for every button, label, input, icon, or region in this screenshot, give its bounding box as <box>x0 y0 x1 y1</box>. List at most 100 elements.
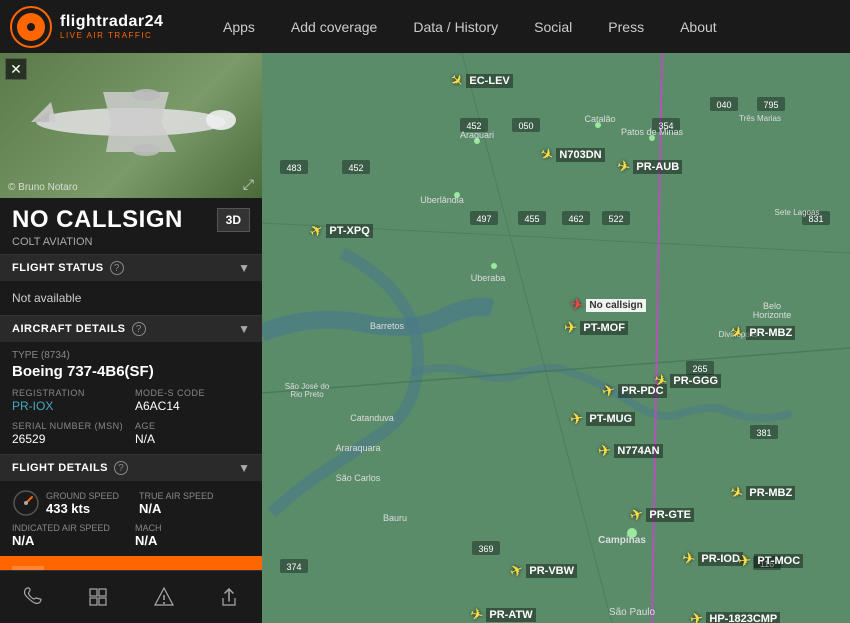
aircraft-PR-GTE[interactable]: ✈ PR-GTE <box>630 505 694 525</box>
phone-button[interactable] <box>0 571 66 623</box>
aircraft-PT-XPQ[interactable]: ✈ PT-XPQ <box>310 221 373 241</box>
aircraft-HP-1823CMP[interactable]: ✈ HP-1823CMP <box>690 609 780 623</box>
flight-content: GROUND SPEED 433 kts TRUE AIR SPEED N/A … <box>0 481 262 556</box>
svg-text:Sete Lagoas: Sete Lagoas <box>775 208 820 217</box>
aircraft-N703DN[interactable]: ✈ N703DN <box>540 145 605 165</box>
indicated-air-speed-label: INDICATED AIR SPEED <box>12 523 127 533</box>
aircraft-icon: ✈ <box>688 608 705 623</box>
svg-text:Rio Preto: Rio Preto <box>290 390 324 399</box>
svg-text:Campinas: Campinas <box>598 535 646 546</box>
logo-text: flightradar24 <box>60 13 163 31</box>
aircraft-PR-MBZ[interactable]: ✈ PR-MBZ <box>730 483 795 503</box>
status-content: Not available <box>0 281 262 315</box>
svg-text:Catanduva: Catanduva <box>350 413 394 423</box>
share-button[interactable] <box>197 571 263 623</box>
registration-label: REGISTRATION <box>12 388 127 398</box>
registration-value[interactable]: PR-IOX <box>12 399 127 413</box>
aircraft-details-header[interactable]: AIRCRAFT DETAILS ? ▼ <box>0 315 262 342</box>
aircraft-EC-LEV[interactable]: ✈ EC-LEV <box>450 71 513 91</box>
speed-grid: INDICATED AIR SPEED N/A MACH N/A <box>12 523 250 548</box>
aircraft-no-callsign[interactable]: ✈ No callsign <box>570 295 646 315</box>
logo-text-block: flightradar24 LIVE AIR TRAFFIC <box>60 13 163 40</box>
flight-details-chevron: ▼ <box>238 461 250 475</box>
flight-details-title: FLIGHT DETAILS <box>12 462 108 474</box>
nav-item-press[interactable]: Press <box>590 0 662 53</box>
aircraft-icon: ✈ <box>597 440 612 461</box>
aircraft-icon: ✈ <box>615 156 633 179</box>
detail-grid: REGISTRATION PR-IOX MODE-S CODE A6AC14 S… <box>12 388 250 446</box>
map-area[interactable]: 452 050 354 040 795 483 452 497 455 462 … <box>262 53 850 623</box>
aircraft-PR-GGG[interactable]: ✈ PR-GGG <box>654 371 721 391</box>
aircraft-callsign: HP-1823CMP <box>706 612 780 623</box>
expand-icon[interactable]: ⤢ <box>243 176 254 193</box>
mach-label: MACH <box>135 523 250 533</box>
help-icon[interactable]: ? <box>110 261 124 275</box>
svg-text:São Paulo: São Paulo <box>609 607 656 618</box>
mode-s-label: MODE-S CODE <box>135 388 250 398</box>
svg-text:Três Marias: Três Marias <box>739 114 781 123</box>
aircraft-PT-MOF[interactable]: ✈ PT-MOF <box>564 318 628 338</box>
svg-text:Araguari: Araguari <box>460 130 494 140</box>
flight-status-header[interactable]: FLIGHT STATUS ? ▼ <box>0 254 262 281</box>
svg-text:452: 452 <box>348 163 363 173</box>
logo-circle <box>10 6 52 48</box>
serial-label: SERIAL NUMBER (MSN) <box>12 421 127 431</box>
svg-text:Bauru: Bauru <box>383 513 407 523</box>
mode-s-item: MODE-S CODE A6AC14 <box>135 388 250 413</box>
status-text: Not available <box>12 291 81 305</box>
age-value: N/A <box>135 432 250 446</box>
aircraft-PT-MOC[interactable]: ✈ PT-MOC <box>738 551 803 571</box>
aircraft-icon: ✈ <box>568 294 585 316</box>
aircraft-callsign: N703DN <box>556 148 604 162</box>
aircraft-icon: ✈ <box>737 550 752 571</box>
age-item: AGE N/A <box>135 421 250 446</box>
ground-speed-label: GROUND SPEED <box>46 491 119 501</box>
aircraft-callsign: PR-MBZ <box>746 486 795 500</box>
svg-text:040: 040 <box>716 100 731 110</box>
aircraft-PR-VBW[interactable]: ✈ PR-VBW <box>510 561 577 581</box>
serial-value: 26529 <box>12 432 127 446</box>
mach-item: MACH N/A <box>135 523 250 548</box>
aircraft-PT-MUG[interactable]: ✈ PT-MUG <box>570 409 635 429</box>
aircraft-details-chevron: ▼ <box>238 322 250 336</box>
btn-3d[interactable]: 3D <box>217 208 250 232</box>
svg-text:369: 369 <box>478 544 493 554</box>
svg-text:Uberaba: Uberaba <box>471 273 506 283</box>
nav-item-data-history[interactable]: Data / History <box>395 0 516 53</box>
aircraft-help-icon[interactable]: ? <box>132 322 146 336</box>
aircraft-icon: ✈ <box>600 380 618 403</box>
serial-item: SERIAL NUMBER (MSN) 26529 <box>12 421 127 446</box>
svg-text:Horizonte: Horizonte <box>753 310 792 320</box>
callsign-section: NO CALLSIGN 3D COLT AVIATION <box>0 198 262 254</box>
alert-button[interactable] <box>131 571 197 623</box>
aircraft-PR-AUB[interactable]: ✈ PR-AUB <box>617 157 682 177</box>
nav-item-social[interactable]: Social <box>516 0 590 53</box>
nav-item-apps[interactable]: Apps <box>205 0 273 53</box>
indicated-air-speed-item: INDICATED AIR SPEED N/A <box>12 523 127 548</box>
aircraft-icon: ✈ <box>568 408 585 430</box>
aircraft-icon: ✈ <box>627 503 646 526</box>
aircraft-PR-MBZ-2[interactable]: ✈ PR-MBZ <box>730 323 795 343</box>
aircraft-icon: ✈ <box>536 143 558 167</box>
aircraft-PR-ATW[interactable]: ✈ PR-ATW <box>470 605 536 623</box>
ground-speed-value: 433 kts <box>46 501 119 516</box>
aircraft-callsign: PR-VBW <box>526 564 577 578</box>
expand-button[interactable] <box>66 571 132 623</box>
aircraft-N774AN[interactable]: ✈ N774AN <box>598 441 663 461</box>
aircraft-callsign: PR-GTE <box>646 508 694 522</box>
aircraft-icon: ✈ <box>726 321 748 345</box>
nav-item-add-coverage[interactable]: Add coverage <box>273 0 395 53</box>
mode-s-value: A6AC14 <box>135 399 250 413</box>
flight-details-header[interactable]: FLIGHT DETAILS ? ▼ <box>0 454 262 481</box>
logo[interactable]: flightradar24 LIVE AIR TRAFFIC <box>0 0 205 53</box>
type-label: TYPE (8734) <box>12 350 250 361</box>
speedometer-icon <box>12 489 40 517</box>
nav-item-about[interactable]: About <box>662 0 735 53</box>
age-label: AGE <box>135 421 250 431</box>
true-air-speed-item: TRUE AIR SPEED N/A <box>139 491 214 516</box>
close-button[interactable]: ✕ <box>5 58 27 80</box>
aircraft-callsign: PT-MOC <box>754 554 803 568</box>
flight-help-icon[interactable]: ? <box>114 461 128 475</box>
aircraft-PR-IOD[interactable]: ✈ PR-IOD <box>682 549 743 569</box>
aircraft-callsign: PT-XPQ <box>326 224 372 238</box>
